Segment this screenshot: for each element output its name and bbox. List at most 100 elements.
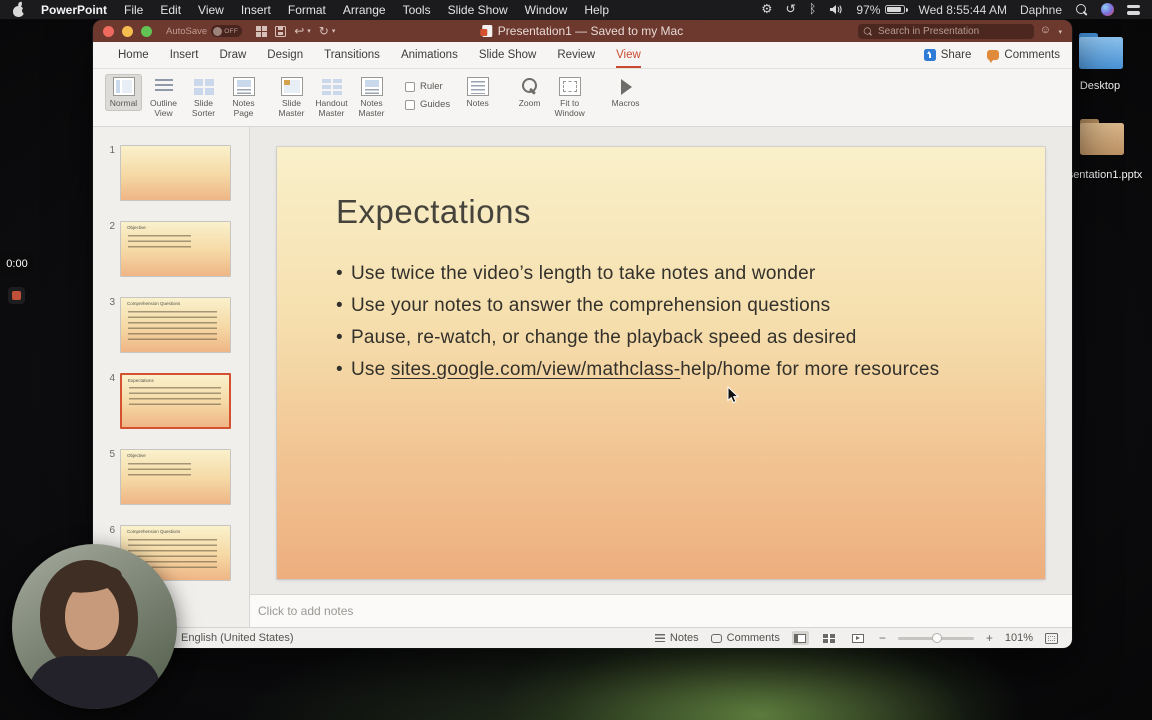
slide-sorter-view-status-button[interactable] bbox=[821, 631, 838, 645]
view-switcher-icon[interactable] bbox=[256, 25, 268, 37]
slide-number: 4 bbox=[109, 373, 115, 384]
hyperlink-text[interactable]: sites.google.com/view/mathclass- bbox=[391, 359, 680, 380]
battery-indicator[interactable]: 97% bbox=[856, 3, 908, 17]
tab-view[interactable]: View bbox=[616, 42, 641, 68]
handout-master-button[interactable]: Handout Master bbox=[313, 74, 350, 121]
menu-edit[interactable]: Edit bbox=[160, 3, 181, 17]
menu-format[interactable]: Format bbox=[288, 3, 326, 17]
slide-number: 5 bbox=[109, 449, 115, 460]
normal-view-status-button[interactable] bbox=[791, 631, 809, 645]
slide-sorter-button[interactable]: Slide Sorter bbox=[185, 74, 222, 121]
macros-icon bbox=[615, 77, 637, 96]
time-machine-icon[interactable]: ↺ bbox=[785, 3, 795, 16]
undo-dropdown-chevron-icon[interactable]: ▾ bbox=[307, 27, 311, 35]
guides-checkbox[interactable]: Guides bbox=[405, 99, 450, 110]
comments-toggle-button[interactable]: Comments bbox=[710, 632, 780, 644]
tab-home[interactable]: Home bbox=[118, 42, 149, 68]
notes-page-button[interactable]: Notes Page bbox=[225, 74, 262, 121]
undo-icon[interactable]: ↩ bbox=[294, 25, 304, 37]
minimize-button[interactable] bbox=[122, 25, 133, 37]
tab-animations[interactable]: Animations bbox=[401, 42, 458, 68]
notes-pane[interactable]: Click to add notes bbox=[250, 594, 1072, 627]
fit-to-window-button[interactable]: Fit to Window bbox=[551, 74, 588, 121]
menu-help[interactable]: Help bbox=[584, 3, 609, 17]
zoom-out-button[interactable]: − bbox=[879, 632, 886, 644]
tab-insert[interactable]: Insert bbox=[170, 42, 199, 68]
close-button[interactable] bbox=[103, 25, 114, 37]
desktop-folder-icon[interactable] bbox=[1079, 33, 1123, 69]
bluetooth-icon[interactable]: ᛒ bbox=[809, 3, 817, 16]
handout-master-icon bbox=[320, 77, 343, 96]
zoom-slider-knob[interactable] bbox=[932, 632, 943, 643]
search-input[interactable] bbox=[878, 25, 1029, 37]
notes-master-button[interactable]: Notes Master bbox=[353, 74, 390, 121]
apple-menu-icon[interactable] bbox=[12, 2, 24, 17]
menu-view[interactable]: View bbox=[198, 3, 224, 17]
menu-file[interactable]: File bbox=[124, 3, 143, 17]
feedback-smiley-icon[interactable]: ☺ bbox=[1040, 24, 1051, 36]
save-icon[interactable] bbox=[275, 25, 287, 37]
tab-draw[interactable]: Draw bbox=[219, 42, 246, 68]
menu-bar-clock[interactable]: Wed 8:55:44 AM bbox=[918, 3, 1007, 17]
fit-slide-to-window-button[interactable] bbox=[1045, 632, 1058, 644]
slide-canvas[interactable]: Expectations Use twice the video’s lengt… bbox=[277, 147, 1045, 579]
fast-user-switch-menu[interactable]: Daphne bbox=[1020, 3, 1062, 17]
volume-icon[interactable] bbox=[829, 4, 843, 15]
tab-review[interactable]: Review bbox=[557, 42, 595, 68]
menu-window[interactable]: Window bbox=[525, 3, 568, 17]
slide-master-button[interactable]: Slide Master bbox=[273, 74, 310, 121]
status-bar: English (United States) Notes Comments −… bbox=[93, 627, 1072, 648]
gear-icon[interactable]: ⚙ bbox=[761, 3, 772, 16]
notes-master-icon bbox=[360, 77, 383, 96]
quick-access-toolbar: ↩ ▾ ↻ ▾ bbox=[256, 25, 335, 37]
siri-icon[interactable] bbox=[1101, 3, 1114, 16]
redo-icon[interactable]: ↻ bbox=[319, 25, 329, 37]
share-button[interactable]: Share bbox=[923, 49, 971, 61]
presentation-file-icon[interactable] bbox=[1080, 119, 1124, 155]
redo-dropdown-chevron-icon[interactable]: ▾ bbox=[332, 27, 336, 35]
control-center-icon[interactable] bbox=[1127, 4, 1140, 15]
slide-title[interactable]: Expectations bbox=[336, 193, 531, 231]
slide-body-text[interactable]: Use twice the video’s length to take not… bbox=[336, 263, 939, 391]
normal-view-button[interactable]: Normal bbox=[105, 74, 142, 111]
slide-thumbnail-2[interactable]: Objective bbox=[120, 221, 231, 277]
titlebar-search-field[interactable] bbox=[858, 23, 1034, 39]
slide-thumbnail-3[interactable]: Comprehension Questions bbox=[120, 297, 231, 353]
window-title-text: Presentation1 — Saved to my Mac bbox=[497, 24, 684, 38]
language-status[interactable]: English (United States) bbox=[181, 632, 294, 644]
ruler-checkbox[interactable]: Ruler bbox=[405, 81, 450, 92]
spotlight-search-icon[interactable] bbox=[1075, 3, 1088, 16]
notes-toggle-label: Notes bbox=[669, 632, 699, 644]
zoom-percentage[interactable]: 101% bbox=[1005, 632, 1033, 644]
notes-toggle-button[interactable]: Notes bbox=[654, 632, 699, 644]
notes-toggle-ribbon-button[interactable]: Notes bbox=[459, 74, 496, 111]
zoom-slider[interactable] bbox=[897, 632, 974, 643]
guides-checkbox-box bbox=[405, 99, 415, 110]
thumbnail-row: 2 Objective bbox=[103, 221, 249, 277]
slide-sorter-label: Slide Sorter bbox=[191, 98, 216, 118]
app-menu-powerpoint[interactable]: PowerPoint bbox=[41, 3, 107, 17]
menu-arrange[interactable]: Arrange bbox=[343, 3, 386, 17]
slide-thumbnail-1[interactable] bbox=[120, 145, 231, 201]
slide-thumbnail-4-selected[interactable]: Expectations bbox=[120, 373, 231, 429]
powerpoint-window: AutoSave OFF ↩ ▾ ↻ ▾ Presentation1 — Sav… bbox=[93, 20, 1072, 648]
slide-thumbnail-5[interactable]: Objective bbox=[120, 449, 231, 505]
feedback-chevron-icon[interactable]: ▾ bbox=[1058, 28, 1062, 36]
window-titlebar[interactable]: AutoSave OFF ↩ ▾ ↻ ▾ Presentation1 — Sav… bbox=[93, 20, 1072, 42]
slideshow-view-status-button[interactable] bbox=[850, 631, 867, 645]
menu-insert[interactable]: Insert bbox=[241, 3, 271, 17]
comments-button[interactable]: Comments bbox=[987, 49, 1060, 63]
recording-indicator-icon[interactable] bbox=[8, 287, 25, 304]
tab-transitions[interactable]: Transitions bbox=[324, 42, 380, 68]
menu-slide-show[interactable]: Slide Show bbox=[448, 3, 508, 17]
tab-design[interactable]: Design bbox=[267, 42, 303, 68]
autosave-toggle[interactable]: OFF bbox=[211, 25, 243, 37]
zoom-button[interactable]: Zoom bbox=[511, 74, 548, 111]
macros-button[interactable]: Macros bbox=[607, 74, 644, 111]
slide-number: 3 bbox=[109, 297, 115, 308]
tab-slide-show[interactable]: Slide Show bbox=[479, 42, 537, 68]
fullscreen-button[interactable] bbox=[141, 25, 152, 37]
menu-tools[interactable]: Tools bbox=[403, 3, 431, 17]
outline-view-button[interactable]: Outline View bbox=[145, 74, 182, 121]
zoom-in-button[interactable]: + bbox=[986, 632, 993, 644]
